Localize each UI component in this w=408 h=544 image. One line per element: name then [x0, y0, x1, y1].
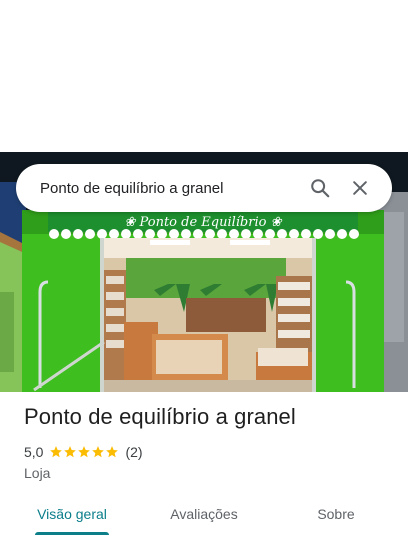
tab-overview[interactable]: Visão geral — [24, 494, 120, 534]
tab-reviews[interactable]: Avaliações — [156, 494, 252, 534]
search-button[interactable] — [300, 168, 340, 208]
search-bar[interactable]: Ponto de equilíbrio a granel — [16, 164, 392, 212]
search-icon — [311, 179, 330, 198]
place-title: Ponto de equilíbrio a granel — [24, 404, 296, 429]
clear-button[interactable] — [340, 168, 380, 208]
active-tab-indicator — [35, 532, 109, 535]
place-info-panel: Ponto de equilíbrio a granel 5,0 (2) Loj… — [0, 392, 408, 544]
place-category: Loja — [24, 465, 51, 481]
search-input[interactable]: Ponto de equilíbrio a granel — [40, 180, 300, 197]
close-icon — [353, 181, 367, 195]
place-tabs: Visão geral Avaliações Sobre — [0, 494, 408, 535]
store-sign-text: ❀ Ponto de Equilíbrio ❀ — [125, 215, 283, 230]
star-icon — [92, 446, 105, 458]
rating-value: 5,0 — [24, 444, 44, 460]
tab-about[interactable]: Sobre — [296, 494, 376, 534]
rating-row[interactable]: 5,0 (2) — [24, 444, 143, 460]
review-count[interactable]: (2) — [125, 444, 142, 460]
star-icon — [106, 446, 119, 458]
star-icon — [64, 446, 77, 458]
rating-stars — [49, 445, 119, 459]
map-area[interactable] — [0, 0, 408, 152]
star-icon — [50, 446, 63, 458]
star-icon — [78, 446, 91, 458]
